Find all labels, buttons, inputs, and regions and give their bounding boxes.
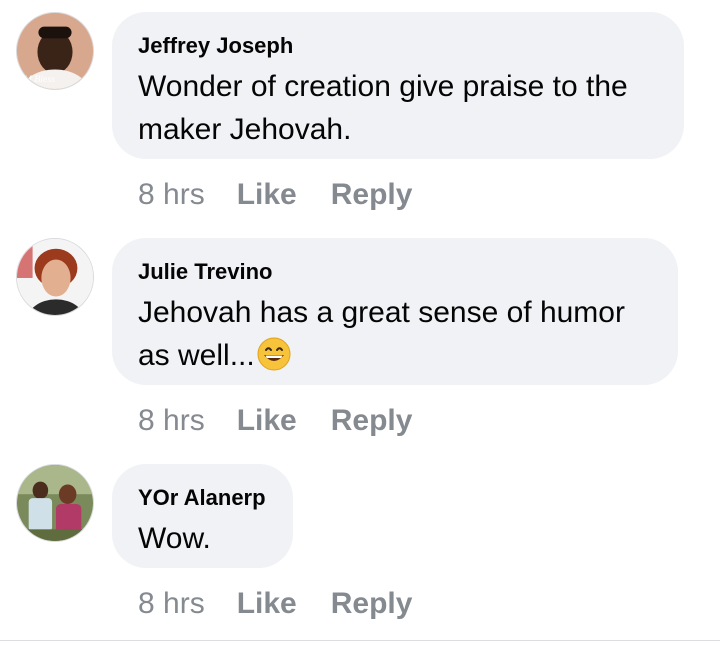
comment-thread: M Bless Jeffrey Joseph Wonder of creatio… bbox=[0, 0, 720, 648]
grinning-face-emoji-icon bbox=[257, 337, 291, 371]
comment-timestamp[interactable]: 8 hrs bbox=[138, 404, 205, 437]
comment-timestamp[interactable]: 8 hrs bbox=[138, 178, 205, 211]
like-button[interactable]: Like bbox=[237, 587, 297, 620]
avatar-photo bbox=[17, 465, 93, 541]
divider bbox=[0, 640, 720, 641]
comment-bubble: Jeffrey Joseph Wonder of creation give p… bbox=[112, 12, 684, 159]
like-button[interactable]: Like bbox=[237, 178, 297, 211]
like-button[interactable]: Like bbox=[237, 404, 297, 437]
comment-text: Jehovah has a great sense of humor as we… bbox=[138, 291, 652, 377]
avatar[interactable] bbox=[16, 464, 94, 542]
reply-button[interactable]: Reply bbox=[331, 404, 413, 437]
avatar[interactable]: M Bless bbox=[16, 12, 94, 90]
comment-text-content: Jehovah has a great sense of humor as we… bbox=[138, 296, 625, 372]
comment-bubble: YOr Alanerp Wow. bbox=[112, 464, 293, 568]
comment-bubble: Julie Trevino Jehovah has a great sense … bbox=[112, 238, 678, 385]
avatar[interactable] bbox=[16, 238, 94, 316]
comment-text: Wow. bbox=[138, 522, 211, 555]
avatar-photo bbox=[17, 239, 93, 315]
comment-actions: 8 hrs Like Reply bbox=[138, 178, 412, 212]
avatar-photo: M Bless bbox=[17, 13, 93, 89]
svg-text:M Bless: M Bless bbox=[23, 74, 55, 85]
comment-author[interactable]: Julie Trevino bbox=[138, 260, 652, 284]
comment-author[interactable]: YOr Alanerp bbox=[138, 486, 267, 510]
reply-button[interactable]: Reply bbox=[331, 178, 413, 211]
comment-timestamp[interactable]: 8 hrs bbox=[138, 587, 205, 620]
comment-actions: 8 hrs Like Reply bbox=[138, 587, 412, 621]
comment-author[interactable]: Jeffrey Joseph bbox=[138, 34, 658, 58]
comment-text: Wonder of creation give praise to the ma… bbox=[138, 70, 628, 146]
reply-button[interactable]: Reply bbox=[331, 587, 413, 620]
comment-actions: 8 hrs Like Reply bbox=[138, 404, 412, 438]
